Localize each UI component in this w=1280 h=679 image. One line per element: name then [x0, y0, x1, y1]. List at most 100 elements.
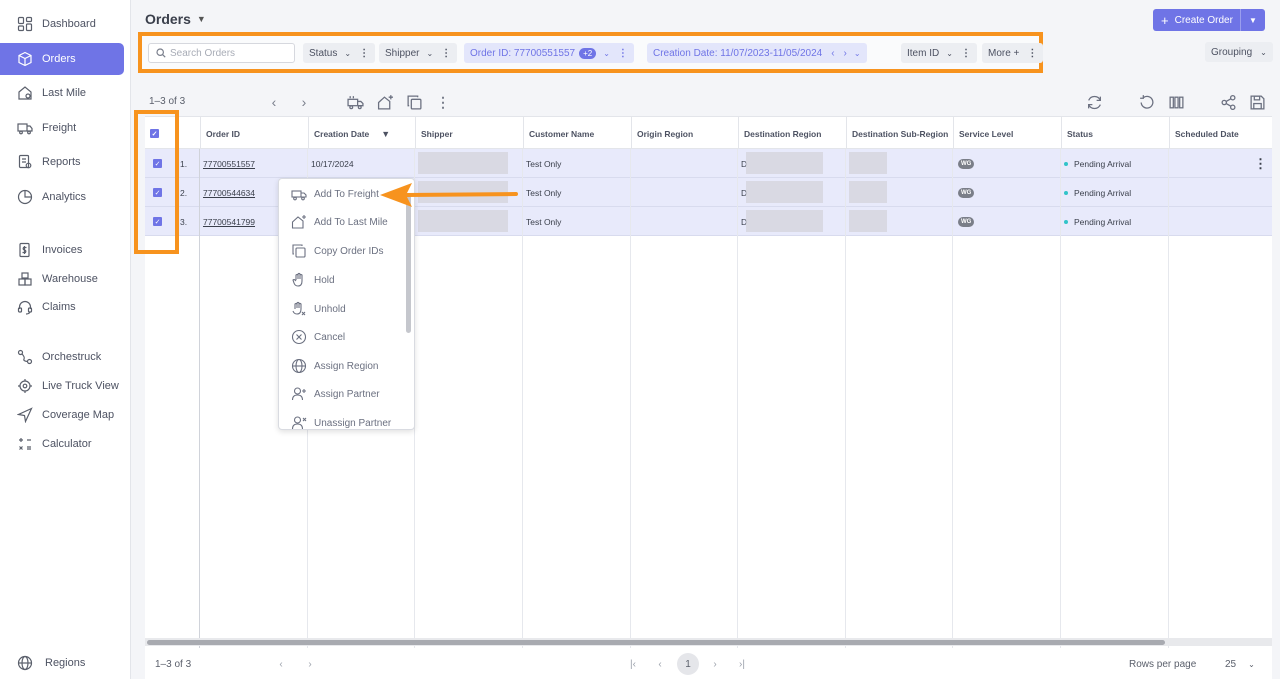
- filter-creation-date[interactable]: Creation Date: 11/07/2023-11/05/2024 ‹ › ⌄: [647, 43, 867, 63]
- share-icon[interactable]: [1219, 93, 1237, 111]
- grouping-select[interactable]: Grouping ⌄: [1205, 42, 1273, 62]
- sidebar-item-reports[interactable]: Reports: [0, 146, 124, 178]
- search-icon: [156, 48, 166, 58]
- kebab-icon[interactable]: ⋮: [441, 48, 451, 59]
- menu-item-add-to-last-mile[interactable]: Add To Last Mile: [279, 209, 404, 235]
- status-dot: [1064, 161, 1068, 166]
- sidebar-item-freight[interactable]: Freight: [0, 112, 124, 144]
- sidebar-item-regions[interactable]: Regions: [0, 647, 124, 679]
- menu-item-cancel[interactable]: Cancel: [279, 324, 404, 350]
- menu-item-unassign-partner[interactable]: Unassign Partner: [279, 410, 404, 429]
- sidebar-item-analytics[interactable]: Analytics: [0, 181, 124, 213]
- order-id-link[interactable]: 77700551557: [200, 149, 255, 178]
- result-count: 1–3 of 3: [149, 96, 186, 107]
- menu-item-assign-region[interactable]: Assign Region: [279, 353, 404, 379]
- sidebar-item-label: Invoices: [42, 244, 83, 256]
- sidebar-item-coverage-map[interactable]: Coverage Map: [0, 399, 124, 431]
- creation-date: 10/17/2024: [311, 158, 354, 169]
- table-header: ✓ Order ID Creation Date ▼ Shipper Custom…: [145, 116, 1272, 150]
- undo-icon[interactable]: [1137, 93, 1155, 111]
- chevron-right-icon[interactable]: ›: [295, 93, 313, 111]
- refresh-icon[interactable]: [1085, 93, 1103, 111]
- filter-bar: Search Orders Status ⌄ ⋮ Shipper ⌄ ⋮ Order I…: [138, 32, 1044, 73]
- search-input[interactable]: Search Orders: [148, 43, 295, 63]
- row-actions-kebab-icon[interactable]: ⋮: [1254, 156, 1267, 172]
- menu-item-assign-partner[interactable]: Assign Partner: [279, 381, 404, 407]
- chevron-left-icon[interactable]: ‹: [273, 656, 289, 672]
- rows-per-page-select[interactable]: 25 ⌄: [1225, 659, 1255, 670]
- column-header-service-level[interactable]: Service Level: [953, 117, 1061, 150]
- create-order-dropdown[interactable]: ▼: [1241, 16, 1265, 25]
- kebab-icon[interactable]: ⋮: [618, 48, 628, 59]
- route-icon: [17, 349, 33, 365]
- kebab-icon[interactable]: ⋮: [1027, 48, 1037, 59]
- table-row[interactable]: ✓ 1. 77700551557 10/17/2024 Test Only D …: [145, 149, 1272, 178]
- columns-icon[interactable]: [1167, 93, 1185, 111]
- column-header-origin-region[interactable]: Origin Region: [631, 117, 738, 150]
- house-plus-icon[interactable]: [376, 93, 394, 111]
- copy-icon: [290, 243, 307, 260]
- page-title[interactable]: Orders ▼: [145, 11, 206, 27]
- last-page-icon[interactable]: ›|: [734, 656, 750, 672]
- truck-icon: [17, 120, 33, 136]
- redacted-destination: [746, 210, 823, 232]
- filter-more[interactable]: More + ⋮: [982, 43, 1044, 63]
- order-id-link[interactable]: 77700544634: [200, 178, 255, 207]
- horizontal-scrollbar[interactable]: [145, 638, 1272, 646]
- sort-desc-icon[interactable]: ▼: [381, 129, 390, 139]
- kebab-icon[interactable]: ⋮: [434, 93, 452, 111]
- column-header-customer-name[interactable]: Customer Name: [523, 117, 631, 150]
- filter-status[interactable]: Status ⌄ ⋮: [303, 43, 376, 63]
- filter-order-id[interactable]: Order ID: 77700551557 +2 ⌄ ⋮: [464, 43, 634, 63]
- service-level: WG: [955, 178, 975, 207]
- count-badge: +2: [579, 47, 597, 59]
- current-page[interactable]: 1: [677, 653, 699, 675]
- sidebar-item-last-mile[interactable]: Last Mile: [0, 77, 124, 109]
- copy-icon[interactable]: [405, 93, 423, 111]
- calculator-icon: [17, 436, 33, 452]
- dashboard-icon: [17, 16, 33, 32]
- column-header-destination-sub-region[interactable]: Destination Sub-Region: [846, 117, 953, 150]
- sidebar-item-orchestruck[interactable]: Orchestruck: [0, 341, 124, 373]
- sidebar-item-live-truck-view[interactable]: Live Truck View: [0, 370, 124, 402]
- menu-item-copy-order-ids[interactable]: Copy Order IDs: [279, 238, 404, 264]
- menu-scrollbar[interactable]: [406, 193, 411, 333]
- filter-item-id[interactable]: Item ID ⌄ ⋮: [901, 43, 977, 63]
- column-header-creation-date[interactable]: Creation Date ▼: [308, 117, 415, 150]
- sidebar-item-claims[interactable]: Claims: [0, 291, 124, 323]
- sidebar-item-calculator[interactable]: Calculator: [0, 428, 124, 460]
- service-level: WG: [955, 207, 975, 236]
- next-page-icon[interactable]: ›: [707, 656, 723, 672]
- truck-icon[interactable]: [346, 93, 364, 111]
- column-header-order-id[interactable]: Order ID: [200, 117, 308, 150]
- service-level-badge: WG: [958, 158, 975, 169]
- save-icon[interactable]: [1248, 93, 1266, 111]
- kebab-icon[interactable]: ⋮: [359, 48, 369, 59]
- chevron-down-icon: ⌄: [603, 48, 610, 58]
- sidebar-item-dashboard[interactable]: Dashboard: [0, 8, 124, 40]
- column-header-status[interactable]: Status: [1061, 117, 1169, 150]
- create-order-main[interactable]: + Create Order: [1153, 9, 1241, 31]
- column-header-destination-region[interactable]: Destination Region: [738, 117, 846, 150]
- first-page-icon[interactable]: |‹: [625, 656, 641, 672]
- menu-item-hold[interactable]: Hold: [279, 267, 404, 293]
- chevron-right-icon[interactable]: ›: [844, 48, 847, 59]
- sidebar-item-invoices[interactable]: Invoices: [0, 234, 124, 266]
- menu-item-unhold[interactable]: Unhold: [279, 296, 404, 322]
- truck-icon: [290, 186, 307, 203]
- column-header-shipper[interactable]: Shipper: [415, 117, 523, 150]
- chevron-right-icon[interactable]: ›: [302, 656, 318, 672]
- prev-page-icon[interactable]: ‹: [652, 656, 668, 672]
- status-dot: [1064, 219, 1068, 224]
- sidebar-item-label: Reports: [42, 156, 81, 168]
- create-order-button[interactable]: + Create Order ▼: [1153, 9, 1265, 31]
- chevron-left-icon[interactable]: ‹: [265, 93, 283, 111]
- kebab-icon[interactable]: ⋮: [961, 48, 971, 59]
- chevron-left-icon[interactable]: ‹: [831, 48, 834, 59]
- column-header-scheduled-date[interactable]: Scheduled Date: [1169, 117, 1272, 150]
- order-id-link[interactable]: 77700541799: [200, 207, 255, 236]
- scrollbar-thumb[interactable]: [147, 640, 1165, 645]
- sidebar-item-orders[interactable]: Orders: [0, 43, 124, 75]
- filter-shipper[interactable]: Shipper ⌄ ⋮: [379, 43, 458, 63]
- circle-x-icon: [290, 329, 307, 346]
